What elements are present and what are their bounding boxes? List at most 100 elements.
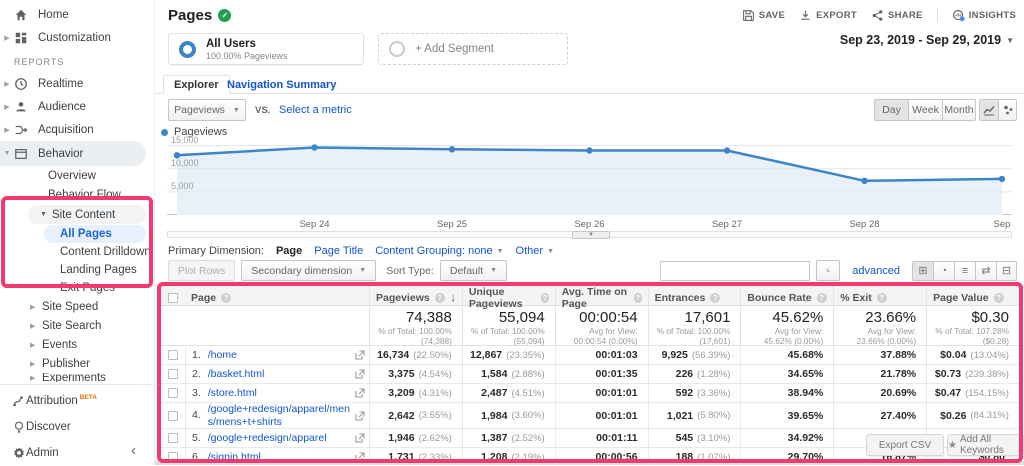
pivot-view-icon[interactable]: ⊟ bbox=[996, 260, 1017, 281]
sidebar-collapse-button[interactable]: ‹ bbox=[131, 442, 136, 459]
row-index: 2. bbox=[192, 367, 201, 380]
day-button[interactable]: Day bbox=[874, 99, 908, 121]
page-link[interactable]: /google+redesign/apparel bbox=[208, 432, 327, 445]
export-button[interactable]: EXPORT bbox=[799, 9, 857, 22]
sidebar-item-customization[interactable]: ▶ Customization bbox=[0, 26, 154, 49]
sidebar-item-site-content[interactable]: ▼ Site Content bbox=[28, 205, 146, 224]
sidebar-item-behavior-flow[interactable]: Behavior Flow bbox=[0, 185, 154, 204]
table-search-input[interactable] bbox=[660, 260, 811, 281]
secondary-dimension-dropdown[interactable]: Secondary dimension ▼ bbox=[241, 260, 377, 281]
tab-explorer[interactable]: Explorer bbox=[163, 75, 230, 94]
pageviews-cell: 3,209 (4.31%) bbox=[369, 384, 462, 402]
exit-cell: 20.69% bbox=[833, 384, 926, 402]
sidebar-item-home[interactable]: Home bbox=[0, 3, 154, 26]
select-metric-link[interactable]: Select a metric bbox=[279, 104, 352, 116]
page-link[interactable]: /google+redesign/apparel/mens/mens+t+shi… bbox=[208, 403, 351, 428]
motion-chart-button[interactable] bbox=[998, 99, 1017, 121]
open-page-icon[interactable] bbox=[355, 388, 365, 398]
row-checkbox[interactable] bbox=[168, 388, 178, 398]
sidebar-item-attribution[interactable]: Attribution BETA bbox=[0, 388, 154, 414]
percentage-view-icon[interactable]: ◔ bbox=[933, 260, 954, 281]
open-page-icon[interactable] bbox=[355, 452, 365, 459]
metric-dropdown[interactable]: Pageviews ▼ bbox=[168, 99, 246, 121]
open-page-icon[interactable] bbox=[355, 350, 365, 360]
row-checkbox[interactable] bbox=[168, 410, 178, 421]
dimension-page[interactable]: Page bbox=[276, 245, 302, 257]
search-button[interactable] bbox=[816, 260, 841, 281]
help-icon[interactable]: ? bbox=[816, 293, 827, 303]
sidebar-item-behavior[interactable]: ▼ Behavior bbox=[0, 141, 146, 166]
week-button[interactable]: Week bbox=[908, 99, 942, 121]
sidebar-item-discover[interactable]: Discover bbox=[0, 414, 154, 440]
export-csv-button[interactable]: Export CSV bbox=[866, 434, 944, 456]
sidebar-item-overview[interactable]: Overview bbox=[0, 166, 154, 185]
insights-icon bbox=[952, 9, 965, 21]
sidebar-item-exit-pages[interactable]: Exit Pages bbox=[0, 279, 154, 297]
help-icon[interactable]: ? bbox=[541, 293, 549, 303]
timeline-scrollbar-handle[interactable]: ▼ bbox=[572, 231, 610, 239]
sidebar-item-audience[interactable]: ▶ Audience bbox=[0, 95, 154, 118]
sidebar-item-realtime[interactable]: ▶ Realtime bbox=[0, 72, 154, 95]
add-all-keywords-button[interactable]: ★ Add All Keywords bbox=[947, 434, 1024, 456]
help-icon[interactable]: ? bbox=[710, 293, 721, 303]
beta-badge: BETA bbox=[79, 393, 97, 401]
sidebar-item-landing-pages[interactable]: Landing Pages bbox=[0, 261, 154, 279]
expand-arrow-icon: ▶ bbox=[30, 374, 36, 382]
save-button[interactable]: SAVE bbox=[742, 9, 785, 22]
collapse-arrow-icon: ▼ bbox=[40, 211, 47, 218]
timeline-scrollbar[interactable]: ▼ bbox=[167, 231, 1012, 239]
sidebar-item-site-search[interactable]: ▶ Site Search bbox=[0, 316, 154, 335]
row-checkbox[interactable] bbox=[168, 369, 178, 379]
sort-type-dropdown[interactable]: Default ▼ bbox=[439, 260, 508, 281]
line-chart-button[interactable] bbox=[979, 99, 998, 121]
chevron-down-icon: ▼ bbox=[490, 267, 498, 274]
share-button[interactable]: SHARE bbox=[871, 9, 923, 22]
primary-dimension-label: Primary Dimension: bbox=[168, 245, 264, 257]
page-cell: 6. /signin.html bbox=[185, 448, 369, 459]
select-all-checkbox[interactable] bbox=[168, 293, 178, 303]
sidebar-item-events[interactable]: ▶ Events bbox=[0, 335, 154, 354]
avg-time-cell: 00:00:56 bbox=[554, 448, 648, 459]
date-range-picker[interactable]: Sep 23, 2019 - Sep 29, 2019 ▼ bbox=[840, 33, 1014, 47]
report-title-text: Pages bbox=[168, 7, 213, 24]
table-view-icon[interactable]: ⊞ bbox=[912, 260, 933, 281]
help-icon[interactable]: ? bbox=[221, 293, 232, 303]
x-axis-tick-label: Sep 25 bbox=[436, 219, 468, 230]
comparison-view-icon[interactable]: ⇄ bbox=[975, 260, 996, 281]
page-link[interactable]: /home bbox=[208, 349, 237, 362]
month-button[interactable]: Month bbox=[942, 99, 976, 121]
sidebar-item-content-drilldown[interactable]: Content Drilldown bbox=[0, 243, 154, 261]
row-checkbox[interactable] bbox=[168, 452, 178, 459]
row-checkbox[interactable] bbox=[168, 433, 178, 443]
sidebar-item-publisher[interactable]: ▶ Publisher bbox=[0, 354, 154, 373]
dimension-content-grouping[interactable]: Content Grouping: none ▼ bbox=[375, 245, 503, 257]
page-link[interactable]: /basket.html bbox=[208, 368, 265, 381]
help-icon[interactable]: ? bbox=[434, 293, 445, 303]
sidebar-item-all-pages[interactable]: All Pages bbox=[44, 225, 146, 243]
page-link[interactable]: /store.html bbox=[208, 387, 257, 400]
sort-type-label: Sort Type: bbox=[386, 264, 434, 277]
plot-rows-button[interactable]: Plot Rows bbox=[168, 260, 236, 281]
help-icon[interactable]: ? bbox=[876, 293, 887, 303]
advanced-search-link[interactable]: advanced bbox=[852, 265, 900, 277]
performance-view-icon[interactable]: ≡ bbox=[954, 260, 975, 281]
dimension-page-title[interactable]: Page Title bbox=[314, 245, 363, 257]
realtime-icon bbox=[14, 77, 38, 91]
page-cell: 3. /store.html bbox=[185, 384, 369, 402]
sidebar-item-site-speed[interactable]: ▶ Site Speed bbox=[0, 297, 154, 316]
segment-all-users[interactable]: All Users 100.00% Pageviews bbox=[168, 33, 364, 65]
dimension-other[interactable]: Other ▼ bbox=[516, 245, 554, 257]
add-segment-button[interactable]: + Add Segment bbox=[378, 33, 568, 65]
tab-navigation-summary[interactable]: Navigation Summary bbox=[227, 75, 336, 94]
sidebar-item-acquisition[interactable]: ▶ Acquisition bbox=[0, 118, 154, 141]
row-checkbox[interactable] bbox=[168, 350, 178, 360]
bounce-rate-cell: 39.65% bbox=[740, 403, 833, 428]
help-icon[interactable]: ? bbox=[634, 293, 642, 303]
insights-button[interactable]: INSIGHTS bbox=[952, 9, 1016, 22]
sidebar-item-experiments[interactable]: ▶ Experiments bbox=[0, 373, 154, 382]
open-page-icon[interactable] bbox=[355, 433, 365, 443]
help-icon[interactable]: ? bbox=[993, 293, 1004, 303]
page-link[interactable]: /signin.html bbox=[208, 451, 261, 459]
open-page-icon[interactable] bbox=[355, 410, 365, 421]
open-page-icon[interactable] bbox=[355, 369, 365, 379]
